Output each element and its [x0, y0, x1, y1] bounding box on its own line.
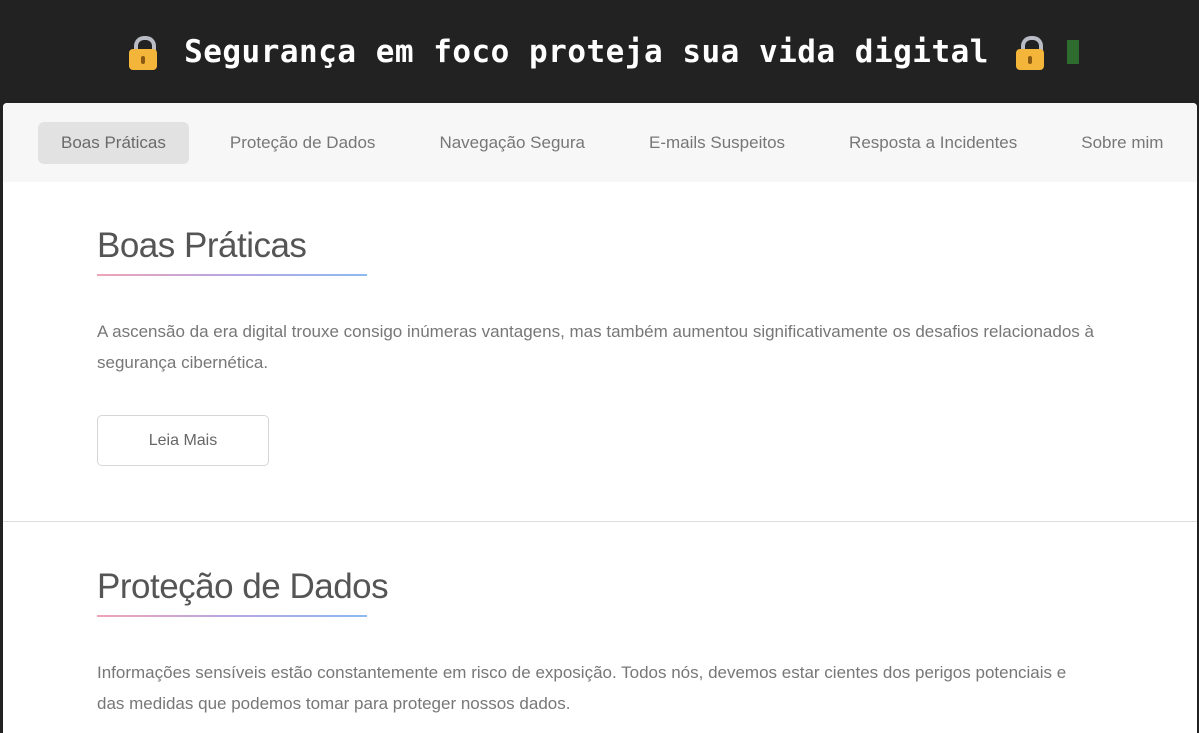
nav-item-resposta-a-incidentes[interactable]: Resposta a Incidentes — [826, 122, 1040, 164]
top-banner: Segurança em foco proteja sua vida digit… — [0, 0, 1199, 103]
banner-content: Segurança em foco proteja sua vida digit… — [128, 34, 1079, 70]
heading-underline — [97, 274, 367, 276]
read-more-button[interactable]: Leia Mais — [97, 415, 269, 466]
heading-underline — [97, 615, 367, 617]
section-title: Boas Práticas — [97, 226, 307, 265]
nav-item-emails-suspeitos[interactable]: E-mails Suspeitos — [626, 122, 808, 164]
page-content: Boas Práticas Proteção de Dados Navegaçã… — [3, 103, 1197, 733]
nav-item-navegacao-segura[interactable]: Navegação Segura — [416, 122, 608, 164]
banner-title: Segurança em foco proteja sua vida digit… — [184, 33, 989, 70]
nav-item-sobre-mim[interactable]: Sobre mim — [1058, 122, 1186, 164]
section-title: Proteção de Dados — [97, 567, 389, 606]
nav-item-protecao-de-dados[interactable]: Proteção de Dados — [207, 122, 399, 164]
section-text: A ascensão da era digital trouxe consigo… — [97, 322, 1094, 372]
nav-item-boas-praticas[interactable]: Boas Práticas — [38, 121, 189, 164]
lock-icon — [128, 34, 158, 70]
section-text: Informações sensíveis estão constantemen… — [97, 663, 1067, 713]
main-navigation: Boas Práticas Proteção de Dados Navegaçã… — [3, 103, 1197, 182]
typing-cursor — [1066, 39, 1079, 64]
section-protecao-de-dados: Proteção de Dados Informações sensíveis … — [3, 522, 1097, 719]
section-boas-praticas: Boas Práticas A ascensão da era digital … — [3, 182, 1197, 466]
lock-icon — [1015, 34, 1045, 70]
